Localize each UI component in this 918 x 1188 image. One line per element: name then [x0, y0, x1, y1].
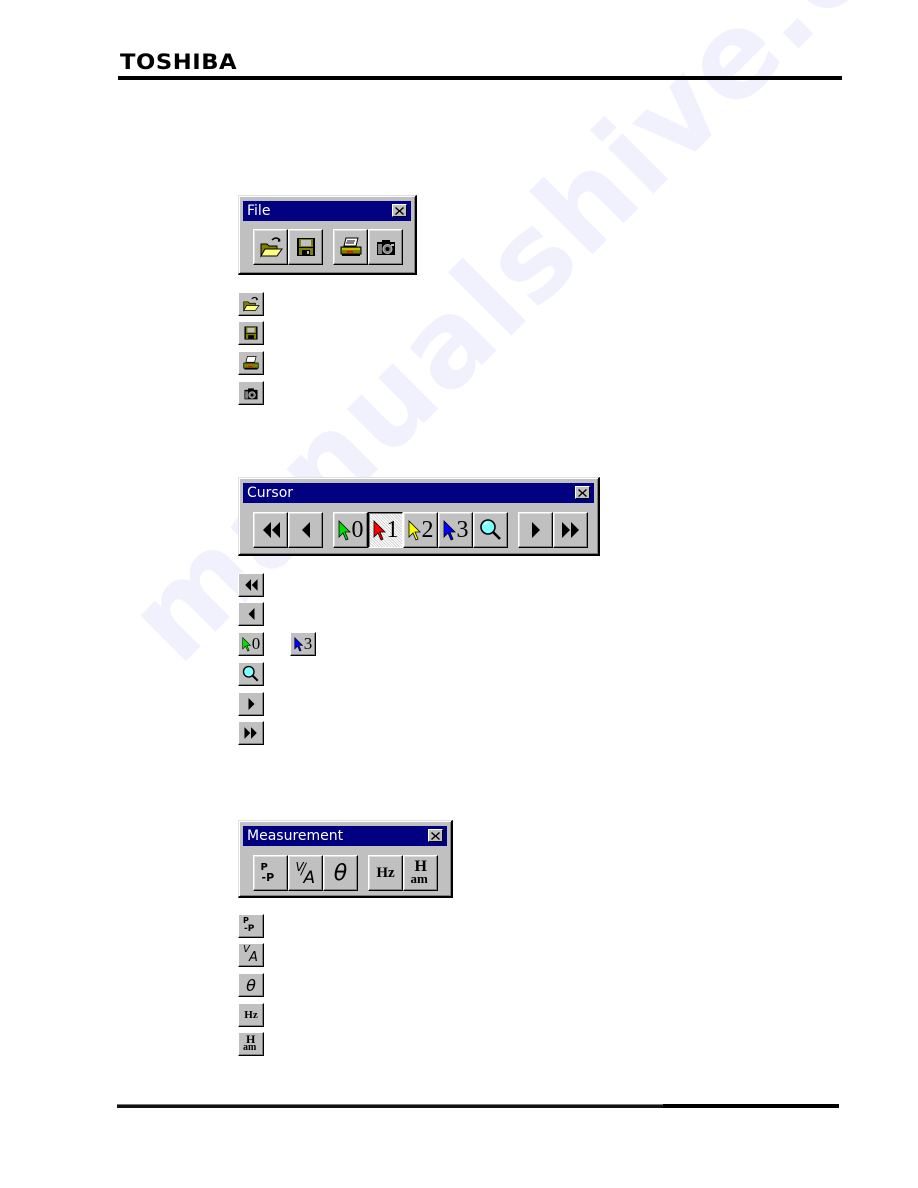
save-button[interactable] — [288, 229, 323, 265]
fast-forward-icon-reference — [238, 721, 264, 745]
peak-to-peak-button[interactable]: P -P — [253, 855, 288, 891]
harmonics-button[interactable]: H am — [403, 855, 438, 891]
measurement-toolbar: Measurement P -P V A θ Hz H am — [238, 820, 453, 898]
file-toolbar-title: File — [247, 203, 271, 219]
zoom-icon-reference — [238, 662, 264, 686]
print-icon-reference — [238, 351, 264, 375]
close-x-icon — [431, 831, 440, 840]
save-icon-reference — [238, 321, 264, 345]
camera-icon — [376, 240, 395, 255]
floppy-disk-icon — [244, 326, 258, 340]
cursor-arrow-icon — [373, 520, 386, 541]
cursor-arrow-icon — [443, 520, 456, 541]
double-right-triangle-icon — [244, 727, 257, 739]
volt-ampere-icon: V A — [295, 860, 316, 888]
cursor-3-button[interactable]: 3 — [438, 512, 473, 548]
open-button[interactable] — [253, 229, 288, 265]
cursor-arrow-icon — [242, 636, 252, 652]
cursor-0-label: 0 — [351, 517, 364, 543]
cursor-arrow-icon — [338, 520, 351, 541]
cursor-0-icon-reference: 0 — [238, 632, 264, 656]
peak-to-peak-icon: P -P — [260, 862, 275, 884]
cursor-2-label: 2 — [421, 517, 434, 543]
cursor-last-label: 3 — [303, 634, 313, 653]
frequency-button[interactable]: Hz — [368, 855, 403, 891]
floppy-disk-icon — [296, 238, 315, 256]
harmonics-icon-reference: H am — [238, 1032, 264, 1056]
cursor-toolbar-close-button[interactable] — [575, 486, 590, 499]
step-back-icon-reference — [238, 602, 264, 626]
footer-rule-segment — [663, 1104, 839, 1108]
cursor-3-icon-reference: 3 — [290, 632, 316, 656]
phase-button[interactable]: θ — [323, 855, 358, 891]
magnifier-icon — [479, 519, 501, 540]
double-left-triangle-icon — [245, 579, 258, 591]
magnifier-icon — [242, 665, 259, 682]
close-x-icon — [395, 206, 404, 215]
file-toolbar: File — [238, 195, 417, 275]
cursor-arrow-icon — [408, 520, 421, 541]
watermark: manualshive.com — [101, 0, 918, 688]
cursor-0-button[interactable]: 0 — [333, 512, 368, 548]
cursor-first-label: 0 — [251, 634, 261, 653]
volt-ampere-icon-reference: V A — [238, 943, 264, 967]
harmonics-icon: H am — [243, 1032, 257, 1053]
fast-back-icon-reference — [238, 573, 264, 597]
cursor-2-button[interactable]: 2 — [403, 512, 438, 548]
zoom-button[interactable] — [473, 512, 508, 548]
fast-forward-button[interactable] — [553, 512, 588, 548]
theta-icon: θ — [333, 860, 348, 886]
close-x-icon — [578, 488, 587, 497]
cursor-arrow-icon — [294, 636, 304, 652]
peak-to-peak-icon-reference: P -P — [238, 914, 264, 938]
hz-icon: Hz — [244, 1009, 258, 1021]
step-back-button[interactable] — [288, 512, 323, 548]
cursor-toolbar-title: Cursor — [247, 485, 294, 501]
cursor-1-button[interactable]: 1 — [368, 512, 403, 548]
cursor-toolbar-titlebar[interactable]: Cursor — [243, 483, 594, 503]
measurement-toolbar-title: Measurement — [247, 828, 344, 844]
open-folder-icon — [259, 237, 283, 258]
cursor-3-label: 3 — [456, 517, 469, 543]
step-forward-icon-reference — [238, 692, 264, 716]
hz-icon: Hz — [376, 864, 395, 881]
volt-ampere-icon: V A — [243, 944, 258, 965]
fast-back-button[interactable] — [253, 512, 288, 548]
open-folder-icon — [243, 296, 260, 312]
harmonics-icon: H am — [410, 858, 428, 886]
step-forward-button[interactable] — [518, 512, 553, 548]
left-triangle-icon — [301, 522, 310, 538]
volt-ampere-button[interactable]: V A — [288, 855, 323, 891]
theta-icon: θ — [246, 975, 256, 995]
printer-icon — [340, 237, 361, 256]
printer-icon — [243, 356, 259, 370]
measurement-toolbar-close-button[interactable] — [428, 829, 443, 842]
left-triangle-icon — [248, 608, 254, 620]
file-toolbar-close-button[interactable] — [392, 204, 407, 217]
double-right-triangle-icon — [561, 522, 579, 538]
screenshot-button[interactable] — [368, 229, 403, 265]
print-button[interactable] — [333, 229, 368, 265]
right-triangle-icon — [248, 698, 254, 710]
right-triangle-icon — [531, 522, 540, 538]
camera-icon-reference — [238, 381, 264, 405]
double-left-triangle-icon — [262, 522, 280, 538]
toshiba-logo: TOSHIBA — [120, 50, 238, 74]
frequency-icon-reference: Hz — [238, 1003, 264, 1027]
open-icon-reference — [238, 292, 264, 316]
file-toolbar-titlebar[interactable]: File — [243, 201, 411, 221]
peak-to-peak-icon: P -P — [243, 916, 255, 934]
cursor-1-label: 1 — [386, 517, 399, 543]
header-rule — [118, 76, 842, 80]
measurement-toolbar-titlebar[interactable]: Measurement — [243, 826, 447, 846]
phase-icon-reference: θ — [238, 973, 264, 997]
cursor-toolbar: Cursor 0 1 2 3 — [238, 477, 600, 556]
camera-icon — [244, 387, 258, 399]
